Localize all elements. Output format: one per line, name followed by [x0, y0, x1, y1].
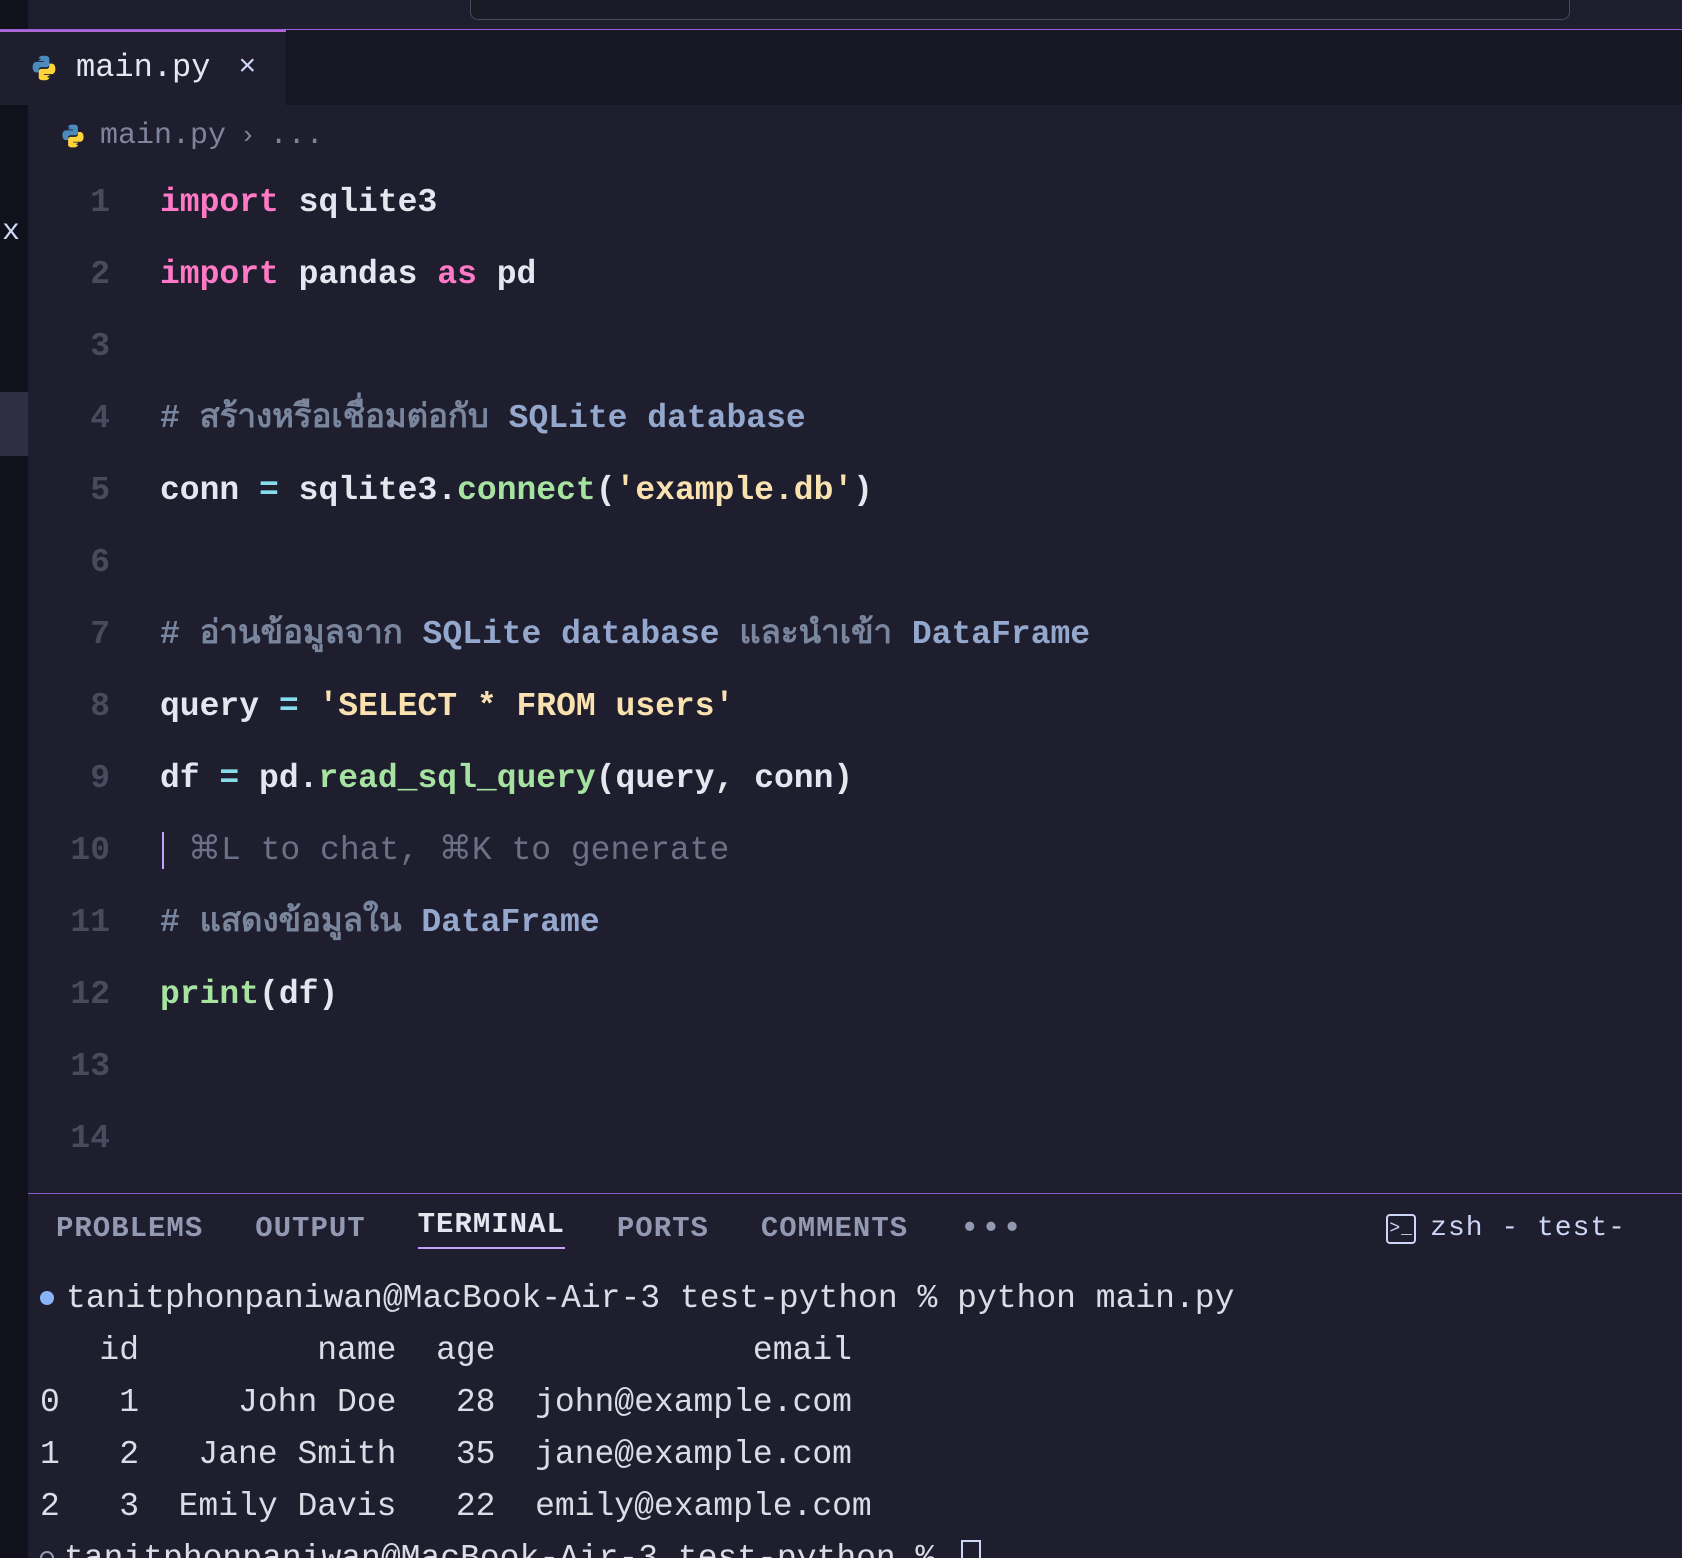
code-line[interactable]: 14: [40, 1103, 1682, 1175]
line-number: 12: [40, 959, 160, 1031]
terminal-selector[interactable]: >_ zsh - test-: [1386, 1213, 1626, 1244]
close-icon[interactable]: ×: [238, 51, 256, 85]
code-line[interactable]: 1import sqlite3: [40, 167, 1682, 239]
terminal-line: 1 2 Jane Smith 35 jane@example.com: [40, 1429, 1642, 1481]
code-content: conn = sqlite3.connect('example.db'): [160, 455, 1682, 527]
line-number: 1: [40, 167, 160, 239]
code-content: df = pd.read_sql_query(query, conn): [160, 743, 1682, 815]
line-number: 3: [40, 311, 160, 383]
code-content: # แสดงข้อมูลใน DataFrame: [160, 887, 1682, 959]
code-line[interactable]: 4# สร้างหรือเชื่อมต่อกับ SQLite database: [40, 383, 1682, 455]
command-center[interactable]: [470, 0, 1570, 20]
line-number: 2: [40, 239, 160, 311]
panel-tabs: PROBLEMS OUTPUT TERMINAL PORTS COMMENTS …: [0, 1194, 1682, 1263]
tab-terminal[interactable]: TERMINAL: [418, 1208, 565, 1249]
tab-comments[interactable]: COMMENTS: [761, 1212, 908, 1245]
tab-problems[interactable]: PROBLEMS: [56, 1212, 203, 1245]
terminal-output[interactable]: tanitphonpaniwan@MacBook-Air-3 test-pyth…: [0, 1263, 1682, 1558]
python-icon: [30, 54, 58, 82]
code-line[interactable]: 12print(df): [40, 959, 1682, 1031]
code-content: # อ่านข้อมูลจาก SQLite database และนำเข้…: [160, 599, 1682, 671]
code-line[interactable]: 5conn = sqlite3.connect('example.db'): [40, 455, 1682, 527]
code-line[interactable]: 10⌘L to chat, ⌘K to generate: [40, 815, 1682, 887]
code-line[interactable]: 13: [40, 1031, 1682, 1103]
python-icon: [60, 123, 86, 149]
terminal-line: 2 3 Emily Davis 22 emily@example.com: [40, 1481, 1642, 1533]
tab-output[interactable]: OUTPUT: [255, 1212, 365, 1245]
line-number: 6: [40, 527, 160, 599]
title-bar: [0, 0, 1682, 30]
tab-main-py[interactable]: main.py ×: [0, 30, 287, 105]
code-editor[interactable]: 1import sqlite32import pandas as pd34# ส…: [0, 167, 1682, 1175]
breadcrumb-file: main.py: [100, 119, 226, 153]
inline-suggestion: ⌘L to chat, ⌘K to generate: [162, 832, 729, 869]
line-number: 13: [40, 1031, 160, 1103]
breadcrumb[interactable]: main.py › ...: [0, 105, 1682, 167]
code-line[interactable]: 9df = pd.read_sql_query(query, conn): [40, 743, 1682, 815]
code-line[interactable]: 7# อ่านข้อมูลจาก SQLite database และนำเข…: [40, 599, 1682, 671]
line-number: 14: [40, 1103, 160, 1175]
line-number: 4: [40, 383, 160, 455]
terminal-line: tanitphonpaniwan@MacBook-Air-3 test-pyth…: [40, 1273, 1642, 1325]
code-content: ⌘L to chat, ⌘K to generate: [160, 815, 1682, 887]
prompt-idle-dot: [40, 1551, 54, 1558]
line-number: 10: [40, 815, 160, 887]
code-line[interactable]: 6: [40, 527, 1682, 599]
code-line[interactable]: 11# แสดงข้อมูลใน DataFrame: [40, 887, 1682, 959]
prompt-active-dot: [40, 1291, 54, 1305]
code-content: import pandas as pd: [160, 239, 1682, 311]
code-line[interactable]: 3: [40, 311, 1682, 383]
code-content: import sqlite3: [160, 167, 1682, 239]
terminal-line: 0 1 John Doe 28 john@example.com: [40, 1377, 1642, 1429]
terminal-cursor: [961, 1540, 981, 1558]
chevron-right-icon: ›: [240, 121, 256, 151]
terminal-icon: >_: [1386, 1214, 1416, 1244]
code-content: query = 'SELECT * FROM users': [160, 671, 1682, 743]
more-icon[interactable]: •••: [960, 1210, 1024, 1247]
code-content: print(df): [160, 959, 1682, 1031]
terminal-shell-label: zsh - test-: [1430, 1213, 1626, 1244]
code-line[interactable]: 8query = 'SELECT * FROM users': [40, 671, 1682, 743]
line-number: 11: [40, 887, 160, 959]
terminal-line: id name age email: [40, 1325, 1642, 1377]
tab-ports[interactable]: PORTS: [617, 1212, 709, 1245]
line-number: 5: [40, 455, 160, 527]
line-number: 9: [40, 743, 160, 815]
breadcrumb-more: ...: [270, 119, 324, 153]
tab-label: main.py: [76, 49, 210, 86]
terminal-line: tanitphonpaniwan@MacBook-Air-3 test-pyth…: [40, 1533, 1642, 1558]
code-line[interactable]: 2import pandas as pd: [40, 239, 1682, 311]
editor-tabs: main.py ×: [0, 30, 1682, 105]
code-content: # สร้างหรือเชื่อมต่อกับ SQLite database: [160, 383, 1682, 455]
line-number: 8: [40, 671, 160, 743]
line-number: 7: [40, 599, 160, 671]
